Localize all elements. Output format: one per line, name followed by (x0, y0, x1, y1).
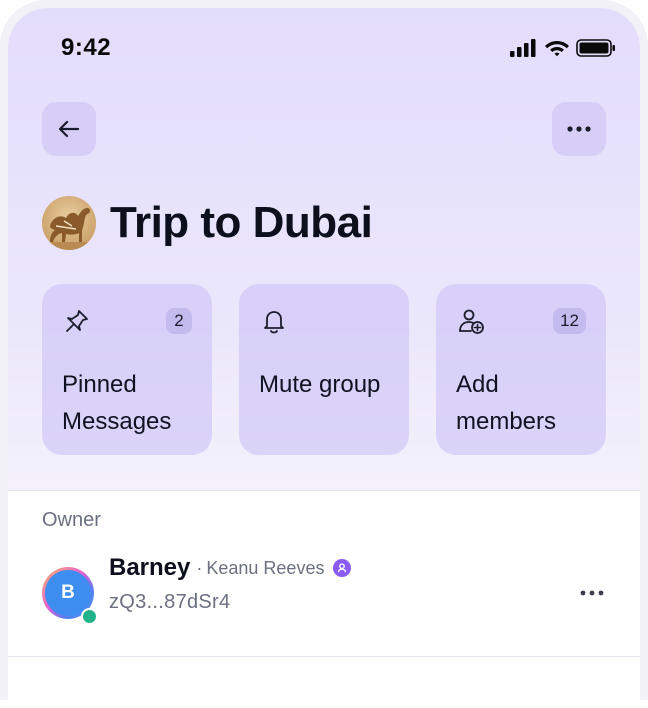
ellipsis-icon (580, 590, 604, 596)
members-count-badge: 12 (553, 308, 586, 334)
mute-group-label: Mute group (259, 371, 381, 398)
device-frame: 9:42 Trip to Dubai 2 Pinned Messages Mut… (0, 0, 648, 708)
camel-photo-icon (42, 196, 96, 250)
add-user-icon (459, 309, 484, 334)
mute-group-card[interactable]: Mute group (239, 284, 409, 455)
member-address: zQ3...87dSr4 (109, 591, 231, 613)
ellipsis-icon (567, 126, 591, 132)
pinned-count-badge: 2 (166, 308, 192, 334)
pinned-messages-card[interactable]: 2 Pinned Messages (42, 284, 212, 455)
wifi-icon (545, 41, 569, 57)
action-cards: 2 Pinned Messages Mute group 12 Add memb… (42, 284, 606, 455)
owner-section-label: Owner (42, 509, 101, 531)
group-avatar[interactable] (42, 196, 96, 250)
divider (8, 656, 640, 657)
more-options-button[interactable] (552, 102, 606, 156)
member-name: Barney (109, 554, 191, 581)
status-icons (510, 38, 616, 57)
member-row-owner[interactable]: B Barney · Keanu Reeves zQ3...87dSr4 (42, 554, 608, 633)
battery-icon (576, 38, 615, 57)
pin-icon (66, 310, 88, 332)
pinned-messages-label: Pinned Messages (62, 371, 172, 435)
status-bar: 9:42 (8, 8, 640, 88)
back-button[interactable] (42, 102, 96, 156)
owner-badge-icon (333, 559, 352, 577)
member-name-line: Barney · Keanu Reeves (109, 554, 352, 582)
member-more-button[interactable] (576, 577, 608, 609)
arrow-left-icon (58, 120, 80, 138)
add-members-card[interactable]: 12 Add members (436, 284, 606, 455)
signal-icon (510, 38, 536, 57)
add-members-label: Add members (456, 371, 557, 435)
online-status-dot (81, 608, 98, 625)
status-time: 9:42 (61, 34, 112, 61)
members-section: Owner B Barney · Keanu Reeves zQ3...87dS… (8, 490, 640, 708)
member-nickname: Keanu Reeves (206, 557, 325, 578)
group-title: Trip to Dubai (110, 198, 373, 247)
bell-icon (264, 311, 284, 334)
name-separator: · (196, 557, 203, 578)
group-header: Trip to Dubai (42, 196, 373, 250)
screen: 9:42 Trip to Dubai 2 Pinned Messages Mut… (8, 8, 640, 708)
